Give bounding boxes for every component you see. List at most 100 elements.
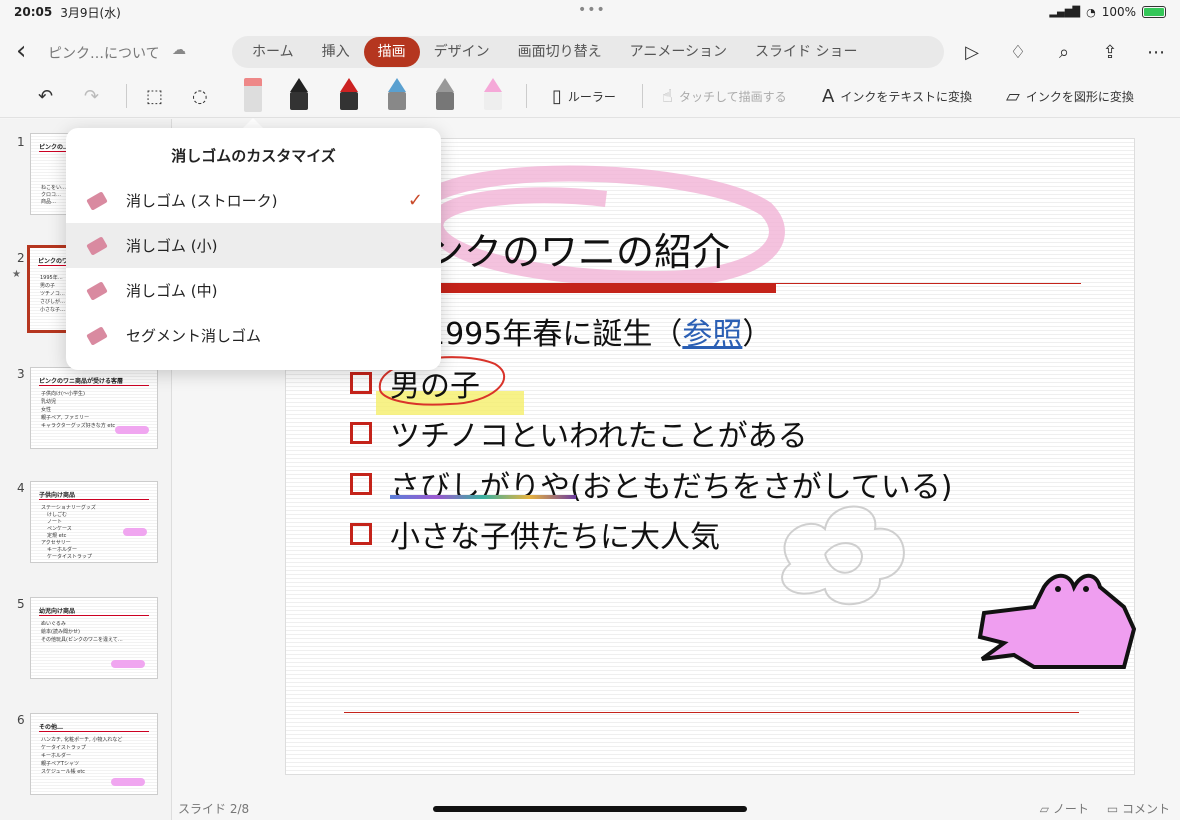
thumb-line: キーホルダー: [47, 547, 78, 553]
star-icon: ★: [12, 269, 21, 280]
bullet-1: 1995年春に誕生（ 参照）: [426, 309, 772, 353]
ink-shape-icon: ▱: [1006, 85, 1020, 107]
thumb-line: 男の子: [40, 283, 56, 289]
thumb-line: キャラクターグッズ好きな方 etc: [41, 423, 116, 429]
thumb-line: 女性: [41, 407, 52, 413]
touch-draw-button[interactable]: ☝ タッチして描画する: [662, 82, 787, 110]
thumb-line: ぬいぐるみ: [41, 621, 66, 627]
thumb-title: 子供向け商品: [39, 492, 76, 499]
comments-button[interactable]: ▭ コメント: [1107, 800, 1170, 817]
reference-link[interactable]: 参照: [682, 309, 742, 353]
segment-eraser-option[interactable]: セグメント消しゴム: [66, 313, 441, 358]
footer-line: [344, 712, 1079, 713]
home-indicator[interactable]: [433, 806, 747, 812]
back-icon[interactable]: ‹: [16, 38, 36, 64]
bullet-text: ツチノコといわれたことがある: [390, 419, 808, 454]
ink-to-shape-label: インクを図形に変換: [1025, 89, 1134, 104]
bullet-text: 小さな子供たちに大人気: [390, 520, 720, 555]
thumb-line: 商品…: [41, 199, 57, 205]
touch-icon: ☝: [662, 85, 673, 107]
tab-design[interactable]: デザイン: [420, 37, 504, 67]
eraser-icon: [86, 235, 108, 256]
tab-slideshow[interactable]: スライド ショー: [741, 37, 871, 67]
lasso-icon[interactable]: ◌: [192, 82, 214, 110]
ruler-button[interactable]: ▯ ルーラー: [552, 82, 616, 110]
tab-home[interactable]: ホーム: [238, 37, 308, 67]
thumb-line: クロコ…: [41, 192, 62, 198]
thumb-line: アクセサリー: [41, 540, 71, 546]
popover-title: 消しゴムのカスタマイズ: [171, 147, 336, 165]
select-rect-icon[interactable]: ⬚: [146, 82, 169, 110]
slide-thumbnail-3[interactable]: ピンクのワニ商品が受ける客層 子供向け(〜小学生) 乳幼児 女性 親子ペア, フ…: [30, 367, 158, 449]
thumb-number: 3: [17, 367, 25, 381]
lightbulb-icon[interactable]: ♢: [1006, 40, 1030, 64]
undo-icon[interactable]: ↶: [38, 82, 59, 110]
thumb-number: 1: [17, 135, 25, 149]
flower-sketch: [781, 505, 905, 606]
pen-red[interactable]: [340, 78, 358, 114]
thumb-line: ステーショナリーグッズ: [41, 505, 96, 511]
battery-percent: 100%: [1101, 5, 1136, 19]
option-label: 消しゴム (ストローク): [126, 192, 278, 210]
thumb-line: スケジュール帳 etc: [41, 769, 86, 775]
checkbox-icon: [350, 523, 372, 545]
croc-drawing: [123, 528, 147, 536]
eraser-medium-option[interactable]: 消しゴム (中): [66, 268, 441, 313]
thumb-title: 幼児向け商品: [39, 608, 76, 615]
multitask-dots-icon[interactable]: •••: [578, 2, 606, 18]
notes-button[interactable]: ▱ ノート: [1040, 800, 1089, 817]
thumb-line: さびしが…: [40, 299, 66, 305]
eraser-stroke-option[interactable]: 消しゴム (ストローク) ✓: [66, 178, 441, 223]
pen-galaxy[interactable]: [388, 78, 406, 114]
tab-insert[interactable]: 挿入: [308, 37, 364, 67]
ruler-label: ルーラー: [567, 89, 616, 104]
thumb-line: ケータイストラップ: [41, 745, 86, 751]
tab-transitions[interactable]: 画面切り替え: [504, 37, 616, 67]
slide-thumbnail-6[interactable]: その他… ハンカチ, 化粧ポーチ, 小物入れなど ケータイストラップ キーホルダ…: [30, 713, 158, 795]
ink-to-shape-button[interactable]: ▱ インクを図形に変換: [1006, 82, 1134, 110]
comment-icon: ▭: [1106, 802, 1122, 816]
toolbar-divider: [126, 84, 127, 108]
rainbow-ink-underline: [390, 495, 576, 499]
thumb-line: ケータイストラップ: [47, 554, 92, 560]
slide-counter: スライド 2/8: [178, 802, 250, 816]
notes-label: ノート: [1052, 802, 1089, 816]
option-label: 消しゴム (中): [126, 282, 218, 300]
top-bar: ‹ ピンク…について ☁ ホーム 挿入 描画 デザイン 画面切り替え アニメーシ…: [0, 30, 1180, 74]
share-icon[interactable]: ⇪: [1098, 40, 1122, 64]
eraser-icon: [86, 325, 108, 346]
document-title[interactable]: ピンク…について: [48, 43, 160, 63]
status-bar: 20:05 3月9日(水) ••• ▂▄▆█ ◔ 100%: [0, 0, 1180, 24]
eraser-tool[interactable]: [244, 78, 262, 114]
bullet-5: 小さな子供たちに大人気: [350, 512, 720, 556]
eraser-icon: [86, 280, 108, 301]
thumb-line: 絵本(読み聞かせ): [41, 629, 80, 635]
title-underline-bar: [426, 283, 776, 293]
thumb-number: 6: [17, 713, 25, 727]
cloud-sync-icon[interactable]: ☁: [172, 42, 190, 60]
ruler-icon: ▯: [552, 85, 562, 107]
thumb-line: ツチノコ…: [40, 291, 65, 297]
eraser-small-option[interactable]: 消しゴム (小): [66, 223, 441, 268]
pink-crocodile-drawing: [977, 573, 1136, 669]
thumb-line: ねこをい…: [41, 185, 67, 191]
pen-gray[interactable]: [436, 78, 454, 114]
thumb-line: 小さな子…: [40, 307, 66, 313]
title-underline-line: [776, 283, 1081, 284]
play-icon[interactable]: ▷: [960, 40, 984, 64]
highlighter-pink[interactable]: [484, 78, 502, 114]
ink-to-text-button[interactable]: A インクをテキストに変換: [822, 82, 972, 110]
more-icon[interactable]: ⋯: [1144, 40, 1168, 64]
pen-black[interactable]: [290, 78, 308, 114]
eraser-customize-popover: 消しゴムのカスタマイズ 消しゴム (ストローク) ✓ 消しゴム (小) 消しゴム…: [66, 128, 441, 370]
bullet-3: ツチノコといわれたことがある: [350, 411, 808, 455]
redo-icon[interactable]: ↷: [84, 82, 105, 110]
slide-thumbnail-4[interactable]: 子供向け商品 ステーショナリーグッズ けしごむ ノート ペンケース 定規 etc…: [30, 481, 158, 563]
tab-animations[interactable]: アニメーション: [616, 37, 741, 67]
thumb-line: ハンカチ, 化粧ポーチ, 小物入れなど: [41, 737, 123, 743]
slide-thumbnail-5[interactable]: 幼児向け商品 ぬいぐるみ 絵本(読み聞かせ) その他玩具(ピンクのワニを違えて…: [30, 597, 158, 679]
croc-drawing: [111, 660, 145, 668]
search-icon[interactable]: ⌕: [1052, 40, 1076, 64]
tab-draw[interactable]: 描画: [363, 37, 420, 67]
thumb-line: キーホルダー: [41, 753, 72, 759]
